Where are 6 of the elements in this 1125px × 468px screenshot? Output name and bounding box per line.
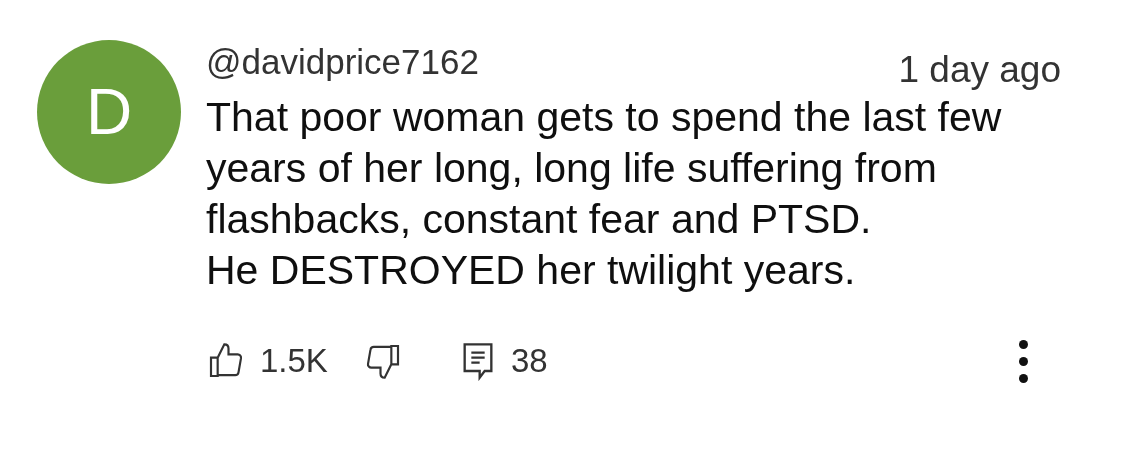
more-options-icon[interactable]: [1019, 339, 1028, 383]
username[interactable]: @davidprice7162: [206, 40, 479, 84]
timestamp: 1 day ago: [898, 48, 1061, 92]
comment-text: That poor woman gets to spend the last few years of her long, long life suffering from flashbacks, constant fear and PTSD. He DESTROYED her twilight years.: [206, 93, 1003, 295]
like-button[interactable]: 1.5K: [206, 336, 328, 386]
reply-button[interactable]: 38: [460, 336, 548, 386]
